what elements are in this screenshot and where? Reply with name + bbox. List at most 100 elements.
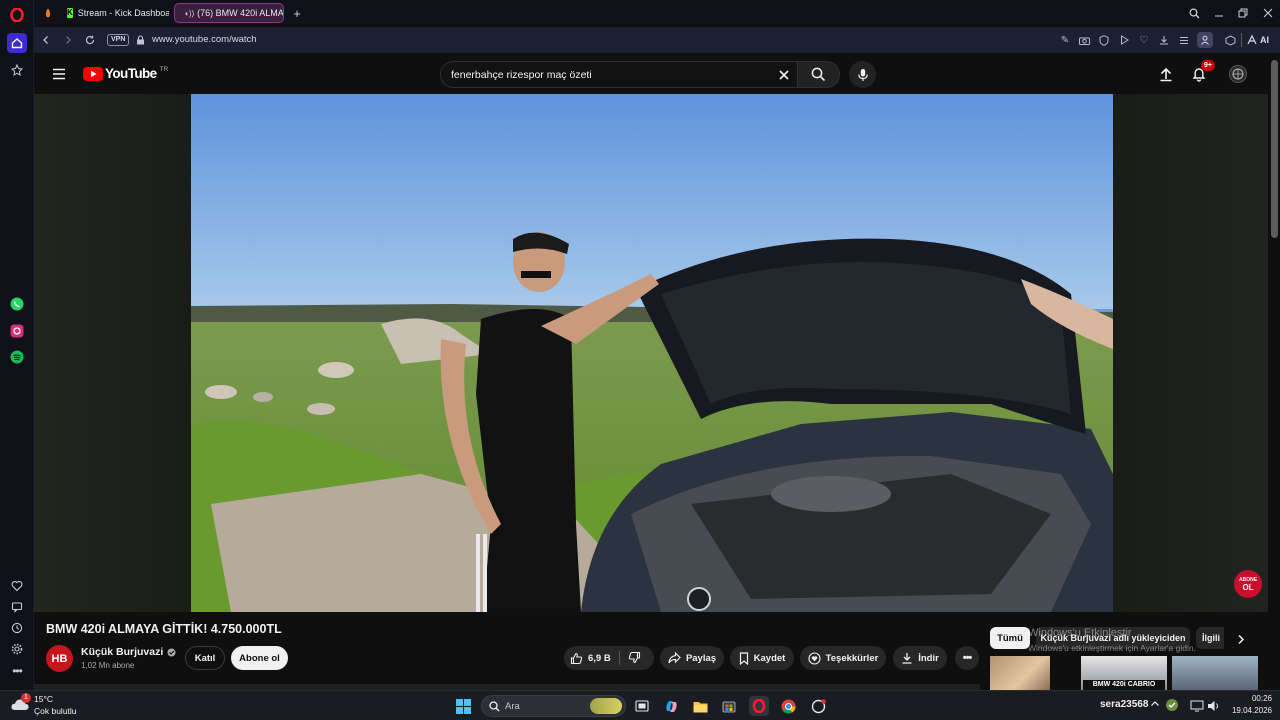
close-window-icon[interactable] [1259,4,1277,22]
whatsapp-icon[interactable] [7,294,27,314]
network-icon[interactable] [1190,699,1204,713]
opera-gx-icon[interactable] [808,696,828,716]
instagram-icon[interactable] [7,321,27,341]
settings-icon[interactable] [7,639,27,659]
taskbar-search[interactable]: Ara [481,695,626,717]
opera-taskbar-icon[interactable] [749,696,769,716]
pinned-tab[interactable] [37,3,59,23]
heart-outline-icon[interactable]: ♡ [1137,33,1151,47]
join-button[interactable]: Katıl [185,646,225,670]
search-input[interactable] [451,66,761,83]
opera-menu-icon[interactable] [7,5,27,25]
chrome-icon[interactable] [778,696,798,716]
start-button[interactable] [453,696,473,716]
download-button[interactable]: İndir [893,646,947,670]
thumbs-up-icon [570,652,583,664]
reload-icon[interactable] [82,32,98,48]
clock-time[interactable]: 00:26 [1230,694,1272,703]
copilot-icon[interactable] [661,696,681,716]
chips-next-icon[interactable] [1232,630,1250,648]
vpn-badge[interactable]: VPN [107,34,130,46]
play-icon[interactable] [1117,33,1131,47]
more-icon[interactable]: ••• [7,661,27,681]
edit-icon[interactable]: ✎ [1058,33,1072,47]
share-button[interactable]: Paylaş [660,646,724,670]
save-label: Kaydet [753,652,786,664]
youtube-logo-text: YouTube [105,66,157,81]
tray-overflow-icon[interactable] [1150,699,1162,713]
task-view-icon[interactable] [632,696,652,716]
like-divider [619,651,620,665]
chip-all[interactable]: Tümü [990,627,1030,649]
recommended-thumbnail[interactable] [1172,656,1258,690]
volume-icon[interactable] [1207,699,1221,713]
save-button[interactable]: Kaydet [730,646,794,670]
channel-avatar[interactable]: HB [46,645,73,672]
history-icon[interactable] [7,618,27,638]
account-avatar[interactable] [1229,65,1247,83]
url-text[interactable]: www.youtube.com/watch [152,34,257,45]
forward-icon[interactable] [60,32,76,48]
youtube-header: YouTube TR 9+ [34,54,1268,94]
ai-label: AI [1260,35,1269,45]
upload-icon[interactable] [1158,66,1174,82]
subscribe-button[interactable]: Abone ol [231,646,288,670]
messages-icon[interactable] [7,597,27,617]
download-arrow-icon [902,653,912,664]
weather-temp[interactable]: 15°C [34,694,53,704]
address-bar: VPN www.youtube.com/watch ✎ ♡ AI [34,27,1280,53]
minimize-icon[interactable] [1210,4,1228,22]
menu-lines-icon[interactable] [1177,33,1191,47]
bookmarks-icon[interactable] [7,60,27,80]
extensions-icon[interactable] [1223,33,1237,47]
search-highlight-image [590,698,622,714]
file-explorer-icon[interactable] [690,696,710,716]
restore-icon[interactable] [1234,4,1252,22]
voice-search-button[interactable] [849,61,876,88]
microsoft-store-icon[interactable] [719,696,739,716]
tab-bar: K Stream - Kick Dashboard ◖)) (76) BMW 4… [34,0,1280,26]
username-label: sera23568 [1100,699,1149,710]
scrollbar-thumb[interactable] [1271,60,1278,238]
tab-youtube-video[interactable]: ◖)) (76) BMW 420i ALMA [174,3,284,23]
speaker-icon[interactable]: ◖)) [184,9,194,18]
clock-date[interactable]: 19.04.2026 [1222,706,1272,715]
download-icon[interactable] [1157,33,1171,47]
new-tab-button[interactable]: + [288,3,306,23]
search-button[interactable] [798,61,840,88]
back-icon[interactable] [38,32,54,48]
thanks-button[interactable]: Teşekkürler [800,646,886,670]
recommended-thumbnail[interactable]: BMW 420i CABRIO [1081,656,1167,690]
tab-kick-dashboard[interactable]: K Stream - Kick Dashboard [61,3,169,23]
windows-logo-icon [455,698,471,714]
camera-icon[interactable] [1077,33,1091,47]
more-actions-button[interactable]: ••• [955,646,979,670]
heart-icon[interactable] [7,576,27,596]
shield-icon[interactable] [1097,33,1111,47]
youtube-logo[interactable]: YouTube TR [83,66,168,81]
clear-search-icon[interactable] [777,68,791,82]
pinned-tab-icon [46,8,50,18]
channel-name[interactable]: Küçük Burjuvazi [81,646,163,658]
profile-icon[interactable] [1197,32,1213,48]
tab-search-icon[interactable] [1185,4,1203,22]
weather-desc[interactable]: Çok bulutlu [34,706,77,716]
chip-related[interactable]: İlgili [1196,627,1224,649]
windows-watermark-title: Windows'u Etkinleştir [1028,627,1132,639]
dislike-button[interactable] [628,651,641,667]
page-scrollbar[interactable] [1269,54,1280,690]
video-player[interactable] [191,94,1113,612]
recommended-thumbnail[interactable] [990,656,1050,690]
search-box[interactable] [440,61,798,88]
video-title: BMW 420i ALMAYA GİTTİK! 4.750.000TL [46,622,282,636]
verified-icon [167,648,176,656]
spotify-icon[interactable] [7,347,27,367]
aria-ai-button[interactable]: AI [1246,32,1269,48]
tray-app-icon[interactable] [1164,697,1180,713]
lock-icon[interactable] [132,32,148,48]
hamburger-menu-icon[interactable] [51,66,67,82]
subscribe-watermark[interactable]: ABONE OL [1234,570,1262,598]
home-icon[interactable] [7,33,27,53]
like-button[interactable]: 6,9 B [570,652,611,665]
subscriber-count: 1,02 Mn abone [81,661,135,670]
